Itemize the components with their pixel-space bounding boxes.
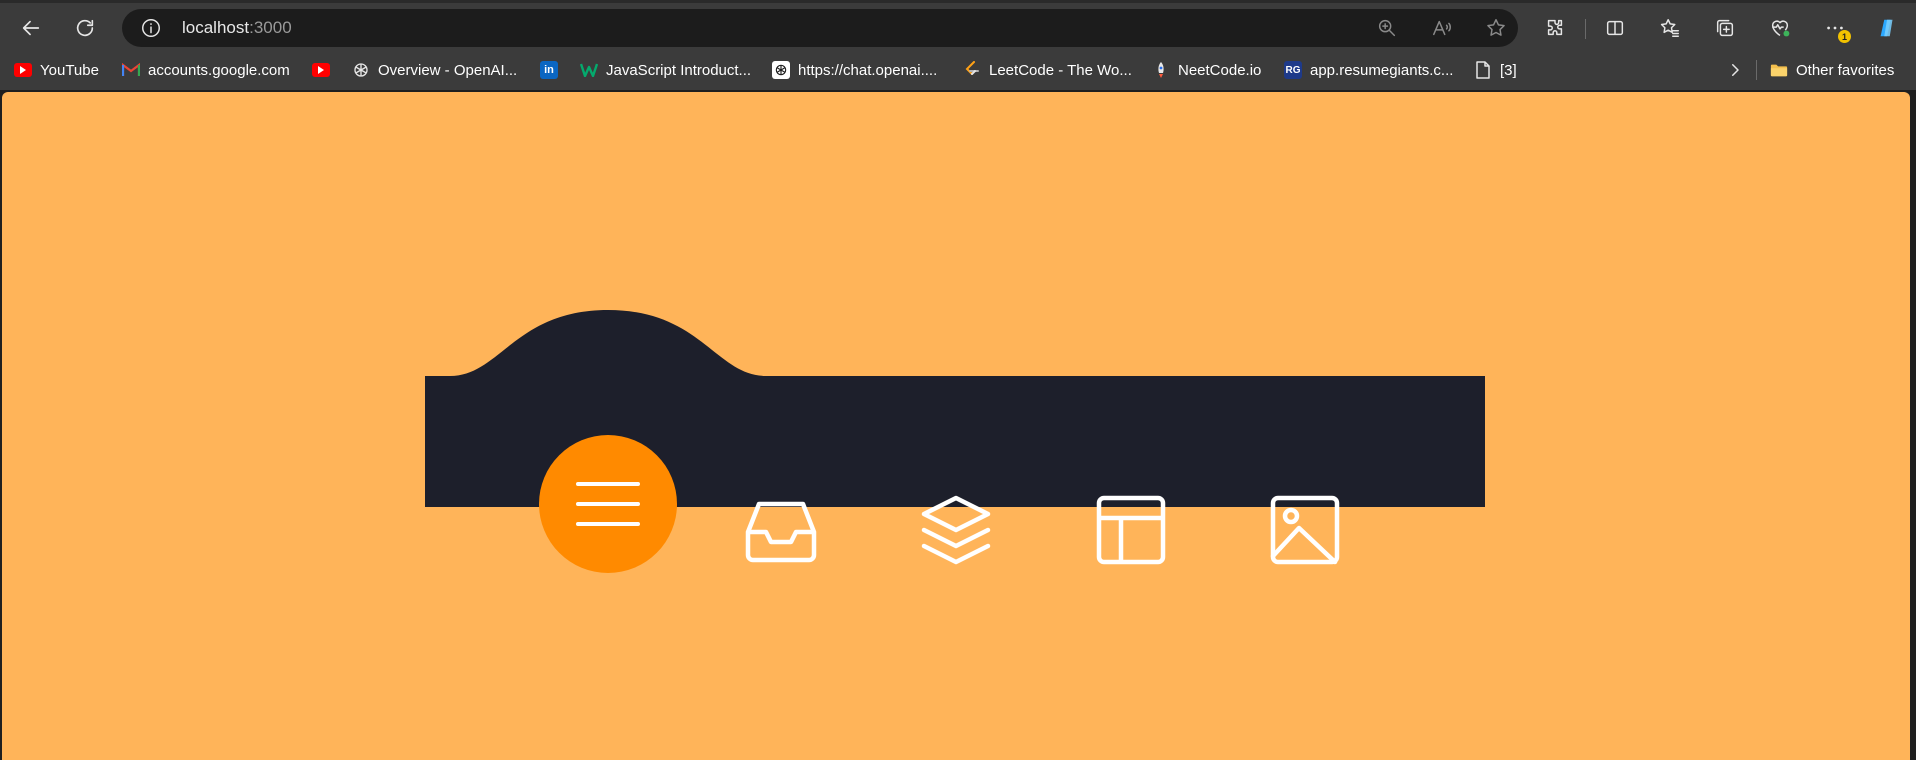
heart-pulse-icon (1771, 20, 1790, 37)
openai-icon (352, 61, 370, 79)
favorite-star-icon[interactable] (1485, 17, 1507, 39)
bookmarks-divider (1756, 60, 1757, 80)
rg-icon: RG (1284, 61, 1302, 79)
url-text[interactable]: localhost:3000 (182, 18, 292, 38)
split-screen-button[interactable] (1598, 11, 1632, 45)
nav-item-image[interactable] (1265, 490, 1345, 570)
zoom-icon[interactable] (1376, 17, 1398, 39)
split-screen-icon (1606, 20, 1624, 36)
bookmark-linkedin[interactable]: in (540, 58, 558, 82)
bookmark-label: https://chat.openai.... (798, 61, 938, 79)
bookmark-label: [3] (1500, 61, 1517, 79)
browser-window: localhost:3000 1 YouTube accounts.google… (0, 0, 1916, 760)
image-icon (1270, 495, 1340, 565)
folder-icon (1770, 61, 1788, 79)
toolbar-divider (1585, 19, 1586, 39)
bookmarks-bar: YouTube accounts.google.com Overview - O… (0, 50, 1916, 90)
reload-icon (76, 19, 94, 37)
bookmark-label: JavaScript Introduct... (606, 61, 752, 79)
browser-essentials-button[interactable] (1763, 11, 1797, 45)
read-aloud-icon[interactable] (1431, 17, 1453, 39)
bookmark-chat-openai[interactable]: https://chat.openai.... (772, 58, 937, 82)
bookmark-label: YouTube (40, 61, 99, 79)
nav-item-layers[interactable] (916, 490, 996, 570)
bookmark-label: NeetCode.io (1178, 61, 1262, 79)
bookmark-resumegiants[interactable]: RG app.resumegiants.c... (1284, 58, 1453, 82)
back-button[interactable] (14, 11, 48, 45)
copilot-icon (1880, 19, 1893, 37)
layers-icon (921, 495, 991, 565)
bookmark-leetcode[interactable]: LeetCode - The Wo... (963, 58, 1132, 82)
notification-badge: 1 (1838, 30, 1851, 43)
navbar-bump (425, 310, 765, 376)
bookmark-label: LeetCode - The Wo... (989, 61, 1132, 79)
info-icon[interactable] (140, 17, 162, 39)
reload-button[interactable] (68, 11, 102, 45)
other-favorites-label: Other favorites (1796, 61, 1895, 79)
other-favorites-folder[interactable]: Other favorites (1770, 58, 1894, 82)
collections-icon (1716, 19, 1734, 37)
arrow-left-icon (22, 20, 40, 36)
settings-more-button[interactable]: 1 (1818, 11, 1852, 45)
layout-icon (1096, 495, 1166, 565)
puzzle-icon (1547, 19, 1563, 36)
url-host: localhost (182, 18, 250, 37)
rocket-icon (1152, 61, 1170, 79)
favorites-button[interactable] (1653, 11, 1687, 45)
collections-button[interactable] (1708, 11, 1742, 45)
bookmark-neetcode[interactable]: NeetCode.io (1152, 58, 1261, 82)
menu-button[interactable] (539, 435, 677, 573)
copilot-button[interactable] (1870, 11, 1904, 45)
browser-toolbar: localhost:3000 1 (0, 0, 1916, 50)
chevron-right-icon (1732, 64, 1739, 76)
address-bar[interactable]: localhost:3000 (122, 9, 1518, 47)
bookmark-label: app.resumegiants.c... (1310, 61, 1454, 79)
nav-item-inbox[interactable] (741, 490, 821, 570)
youtube-icon (312, 63, 330, 77)
bookmark-javascript-intro[interactable]: JavaScript Introduct... (580, 58, 751, 82)
inbox-icon (745, 501, 817, 563)
gmail-icon (122, 61, 140, 79)
linkedin-icon: in (540, 61, 558, 79)
bookmark-openai-overview[interactable]: Overview - OpenAI... (352, 58, 517, 82)
bookmark-label: Overview - OpenAI... (378, 61, 518, 79)
bookmark-youtube[interactable]: YouTube (14, 58, 99, 82)
favorites-list-icon (1660, 19, 1679, 37)
bookmark-google-accounts[interactable]: accounts.google.com (122, 58, 290, 82)
extensions-button[interactable] (1538, 11, 1572, 45)
w-icon (580, 61, 598, 79)
bookmark-file[interactable]: [3] (1474, 58, 1517, 82)
openai-icon (772, 61, 790, 79)
leetcode-icon (963, 61, 981, 79)
bookmarks-overflow-button[interactable] (1726, 58, 1744, 82)
hamburger-icon (576, 482, 640, 526)
file-icon (1474, 61, 1492, 79)
bookmark-youtube-2[interactable] (312, 58, 330, 82)
youtube-icon (14, 63, 32, 77)
nav-item-layout[interactable] (1091, 490, 1171, 570)
url-port: :3000 (249, 18, 292, 37)
bookmark-label: accounts.google.com (148, 61, 290, 79)
